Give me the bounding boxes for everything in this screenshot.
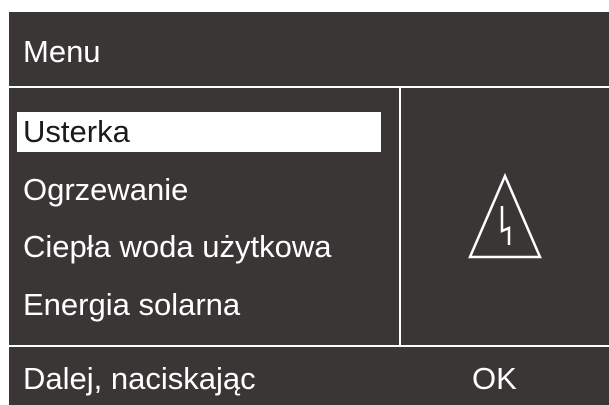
footer-bar: Dalej, naciskając OK <box>9 347 609 405</box>
menu-item-label: Usterka <box>23 114 130 149</box>
ok-button[interactable]: OK <box>472 361 517 397</box>
menu-item-label: Ogrzewanie <box>23 172 189 207</box>
warning-triangle-lightning-icon <box>468 173 542 259</box>
display-screen: Menu Usterka Ogrzewanie Ciepła woda użyt… <box>9 12 609 405</box>
icon-panel <box>401 88 609 345</box>
header-bar: Menu <box>9 12 609 87</box>
menu-item-energia-solarna[interactable]: Energia solarna <box>17 285 240 325</box>
menu-item-label: Energia solarna <box>23 287 241 322</box>
footer-hint: Dalej, naciskając <box>23 361 256 396</box>
menu-item-usterka[interactable]: Usterka <box>17 112 381 152</box>
page-title: Menu <box>23 34 101 69</box>
menu-item-ciepla-woda[interactable]: Ciepła woda użytkowa <box>17 227 331 267</box>
menu-item-ogrzewanie[interactable]: Ogrzewanie <box>17 170 188 210</box>
menu-item-label: Ciepła woda użytkowa <box>23 229 332 264</box>
menu-list: Usterka Ogrzewanie Ciepła woda użytkowa … <box>9 87 399 345</box>
